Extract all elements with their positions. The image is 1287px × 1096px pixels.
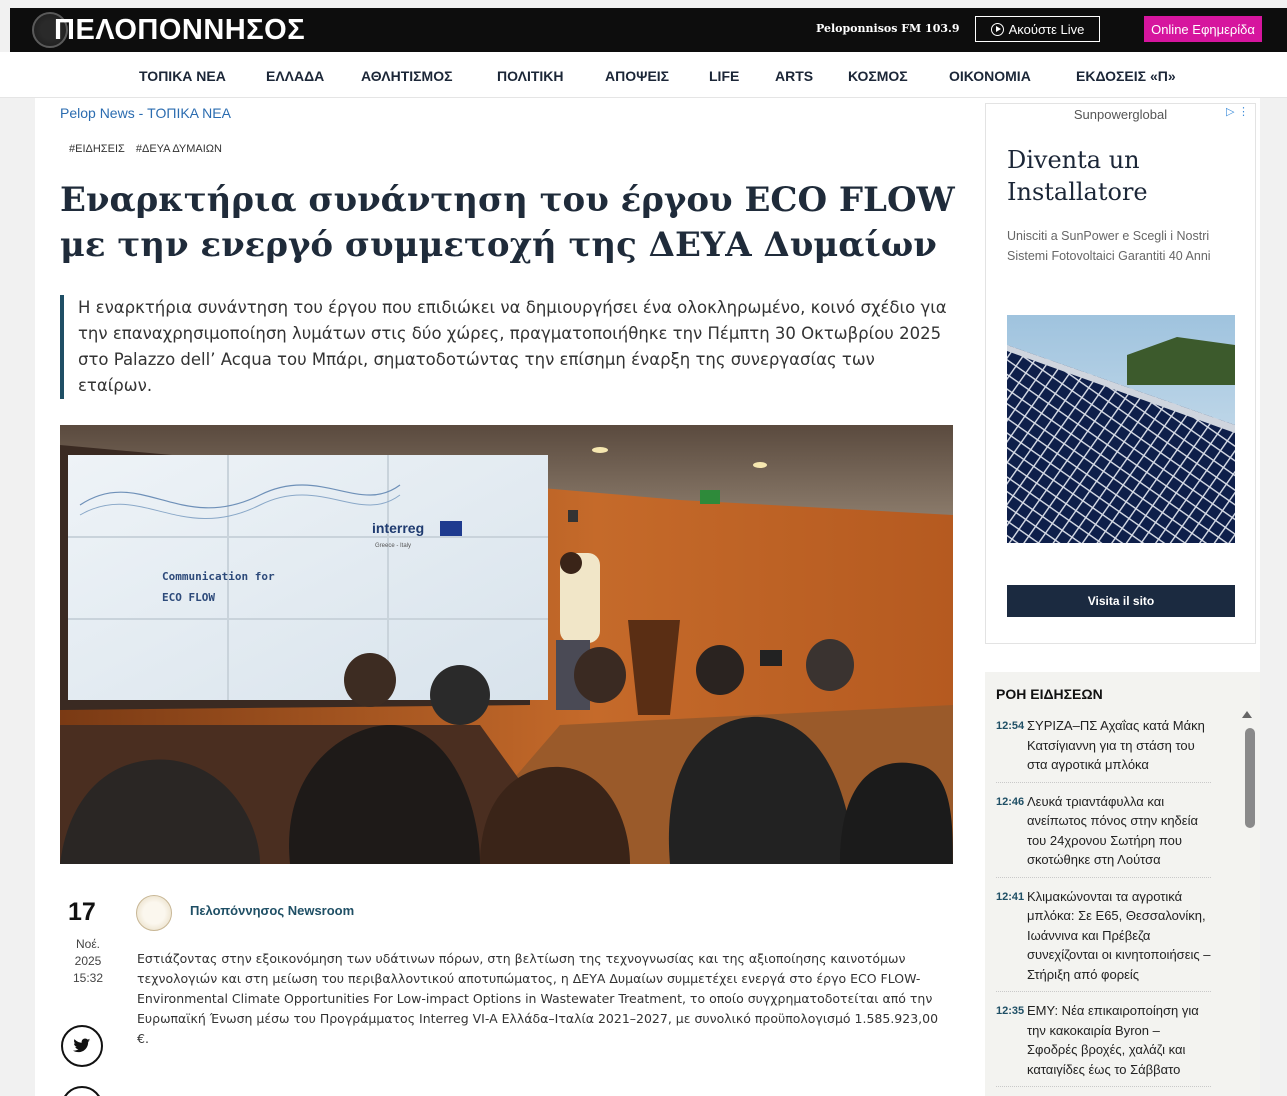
- play-icon: [990, 22, 1004, 36]
- scroll-up-arrow-icon[interactable]: [1242, 711, 1252, 718]
- article-date-day: 17: [68, 898, 96, 926]
- article-lead: Η εναρκτήρια συνάντηση του έργου που επι…: [60, 295, 950, 399]
- main-nav: ΤΟΠΙΚΑ ΝΕΑ ΕΛΛΑΔΑ ΑΘΛΗΤΙΣΜΟΣ ΠΟΛΙΤΙΚΗ ΑΠ…: [0, 52, 1287, 98]
- news-feed-headline[interactable]: Λευκά τριαντάφυλλα και ανείπωτος πόνος σ…: [1027, 792, 1211, 870]
- news-feed-headline[interactable]: Κλιμακώνονται τα αγροτικά μπλόκα: Σε Ε65…: [1027, 887, 1211, 985]
- photo-screen-line2: ECO FLOW: [162, 591, 215, 604]
- article-date-time: 15:32: [72, 971, 104, 985]
- article-date-year: 2025: [74, 954, 102, 968]
- news-feed-list: 12:54 ΣΥΡΙΖΑ–ΠΣ Αχαΐας κατά Μάκη Κατσίγι…: [996, 716, 1211, 1096]
- logo-text: ΠΕΛΟΠΟΝΝΗΣΟΣ: [54, 13, 306, 46]
- nav-item-world[interactable]: ΚΟΣΜΟΣ: [848, 68, 908, 84]
- nav-item-politics[interactable]: ΠΟΛΙΤΙΚΗ: [497, 68, 564, 84]
- news-feed-time: 12:35: [996, 1005, 1025, 1017]
- advertisement[interactable]: Sunpowerglobal ▷ ⋮ Diventa un Installato…: [985, 103, 1256, 644]
- news-feed-time: 12:46: [996, 795, 1025, 808]
- photo-screen-line1: Communication for: [162, 570, 275, 583]
- ad-visit-button[interactable]: Visita il sito: [1007, 585, 1235, 617]
- nav-item-life[interactable]: LIFE: [709, 68, 739, 84]
- nav-item-local-news[interactable]: ΤΟΠΙΚΑ ΝΕΑ: [139, 68, 226, 84]
- ad-choices-icon[interactable]: ▷ ⋮: [1226, 105, 1249, 118]
- ad-text: Unisciti a SunPower e Scegli i Nostri Si…: [1007, 229, 1211, 263]
- article-body: Εστιάζοντας στην εξοικονόμηση των υδάτιν…: [137, 951, 939, 1046]
- ad-brand: Sunpowerglobal: [1073, 107, 1168, 122]
- article-tags: #ΕΙΔΗΣΕΙΣ #ΔΕΥΑ ΔΥΜΑΙΩΝ: [69, 143, 230, 155]
- listen-live-button[interactable]: Ακούστε Live: [975, 16, 1100, 42]
- nav-item-economy[interactable]: ΟΙΚΟΝΟΜΙΑ: [949, 68, 1031, 84]
- author-avatar: [136, 895, 172, 931]
- news-feed-item[interactable]: 12:35 ΕΜΥ: Νέα επικαιροποίηση για την κα…: [996, 1001, 1211, 1087]
- listen-live-label: Ακούστε Live: [1008, 21, 1085, 37]
- news-feed-scrollbar[interactable]: [1245, 728, 1255, 828]
- news-feed-time: 12:54: [996, 720, 1025, 732]
- article-date-month: Νοέ.: [75, 937, 101, 951]
- news-feed: ΡΟΗ ΕΙΔΗΣΕΩΝ 12:54 ΣΥΡΙΖΑ–ΠΣ Αχαΐας κατά…: [985, 672, 1260, 1096]
- author-name[interactable]: Πελοπόννησος Newsroom: [190, 903, 354, 918]
- nav-item-editions[interactable]: ΕΚΔΟΣΕΙΣ «Π»: [1076, 68, 1176, 84]
- news-feed-title: ΡΟΗ ΕΙΔΗΣΕΩΝ: [996, 686, 1103, 702]
- tag-deya-dymaion[interactable]: #ΔΕΥΑ ΔΥΜΑΙΩΝ: [136, 143, 222, 155]
- ad-solar-panel-image: [1007, 315, 1235, 543]
- photo-screen-logo: interreg: [372, 520, 424, 536]
- online-paper-button[interactable]: Online Εφημερίδα: [1144, 16, 1262, 42]
- nav-item-sports[interactable]: ΑΘΛΗΤΙΣΜΟΣ: [361, 68, 453, 84]
- article-photo: Communication for ECO FLOW interreg Gree…: [60, 425, 953, 864]
- twitter-share-button[interactable]: [61, 1025, 103, 1067]
- news-feed-item[interactable]: 12:46 Λευκά τριαντάφυλλα και ανείπωτος π…: [996, 792, 1211, 878]
- breadcrumb[interactable]: Pelop News - ΤΟΠΙΚΑ ΝΕΑ: [60, 105, 231, 121]
- photo-screen-logo-sub: Greece - Italy: [375, 543, 411, 549]
- article-date-details: Νοέ. 2025 15:32: [68, 936, 108, 987]
- nav-item-greece[interactable]: ΕΛΛΑΔΑ: [266, 68, 324, 84]
- nav-item-opinions[interactable]: ΑΠΟΨΕΙΣ: [605, 68, 669, 84]
- article-title: Εναρκτήρια συνάντηση του έργου ECO FLOW …: [60, 180, 955, 265]
- site-logo[interactable]: ΠΕΛΟΠΟΝΝΗΣΟΣ: [32, 12, 305, 48]
- nav-item-arts[interactable]: ARTS: [775, 68, 813, 84]
- news-feed-item[interactable]: 12:54 ΣΥΡΙΖΑ–ΠΣ Αχαΐας κατά Μάκη Κατσίγι…: [996, 716, 1211, 783]
- news-feed-item[interactable]: 12:41 Κλιμακώνονται τα αγροτικά μπλόκα: …: [996, 887, 1211, 992]
- news-feed-headline[interactable]: ΣΥΡΙΖΑ–ΠΣ Αχαΐας κατά Μάκη Κατσίγιαννη γ…: [1027, 716, 1211, 775]
- tag-news[interactable]: #ΕΙΔΗΣΕΙΣ: [69, 143, 125, 155]
- top-bar: ΠΕΛΟΠΟΝΝΗΣΟΣ Peloponnisos FM 103.9 Ακούσ…: [10, 8, 1287, 52]
- radio-station-label[interactable]: Peloponnisos FM 103.9: [816, 22, 960, 35]
- ad-title: Diventa un Installatore: [1007, 146, 1148, 206]
- twitter-icon: [73, 1038, 91, 1053]
- news-feed-time: 12:41: [996, 890, 1025, 903]
- news-feed-headline[interactable]: ΕΜΥ: Νέα επικαιροποίηση για την κακοκαιρ…: [1027, 1001, 1211, 1079]
